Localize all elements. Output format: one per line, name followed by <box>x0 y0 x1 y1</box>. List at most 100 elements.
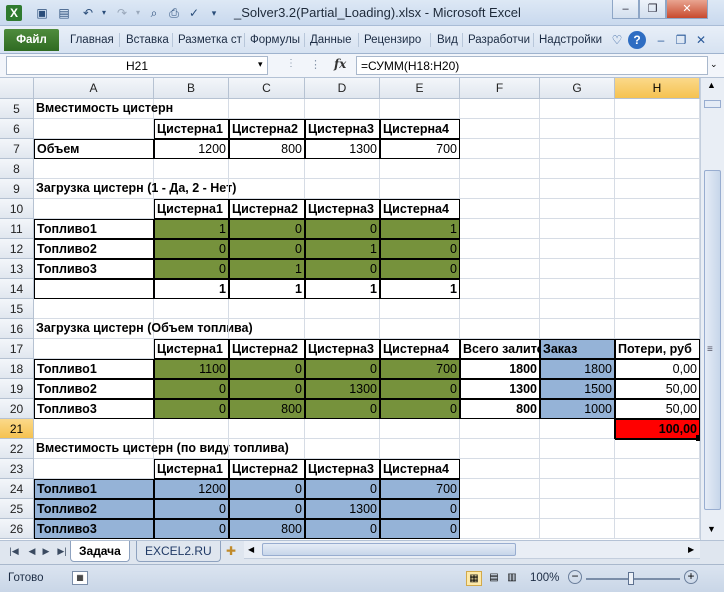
undo-dropdown-icon[interactable]: ▾ <box>96 5 112 21</box>
cell-a9[interactable]: Загрузка цистерн (1 - Да, 2 - Нет) <box>34 179 236 199</box>
cell-d10[interactable]: Цистерна3 <box>305 199 380 219</box>
sheet-tab-zadacha[interactable]: Задача <box>70 541 130 562</box>
redo-icon[interactable]: ↷ <box>114 5 130 21</box>
cell-b15[interactable] <box>154 299 229 319</box>
cell-h9[interactable] <box>615 179 700 199</box>
cell-f8[interactable] <box>460 159 540 179</box>
column-header-h[interactable]: H <box>615 78 700 99</box>
cell-e11[interactable]: 1 <box>380 219 460 239</box>
cell-b13[interactable]: 0 <box>154 259 229 279</box>
cell-c14[interactable]: 1 <box>229 279 305 299</box>
cell-b9[interactable] <box>154 179 229 199</box>
row-header-10[interactable]: 10 <box>0 199 34 219</box>
cell-f11[interactable] <box>460 219 540 239</box>
name-box-dropdown-icon[interactable]: ▾ <box>258 59 263 70</box>
tab-file[interactable]: Файл <box>4 29 59 51</box>
cell-h11[interactable] <box>615 219 700 239</box>
formula-expand-icon[interactable]: ⌄ <box>710 59 718 70</box>
cell-a20[interactable]: Топливо3 <box>34 399 154 419</box>
cell-e20[interactable]: 0 <box>380 399 460 419</box>
cell-d23[interactable]: Цистерна3 <box>305 459 380 479</box>
column-header-f[interactable]: F <box>460 78 540 99</box>
cell-e6[interactable]: Цистерна4 <box>380 119 460 139</box>
cell-h14[interactable] <box>615 279 700 299</box>
row-header-8[interactable]: 8 <box>0 159 34 179</box>
cell-d17[interactable]: Цистерна3 <box>305 339 380 359</box>
cell-f5[interactable] <box>460 99 540 119</box>
cell-d22[interactable] <box>305 439 380 459</box>
cell-f18[interactable]: 1800 <box>460 359 540 379</box>
cell-h17[interactable]: Потери, руб <box>615 339 700 359</box>
cell-b5[interactable] <box>154 99 229 119</box>
cell-d11[interactable]: 0 <box>305 219 380 239</box>
cell-f19[interactable]: 1300 <box>460 379 540 399</box>
cell-g11[interactable] <box>540 219 615 239</box>
page-break-view-icon[interactable]: ▥ <box>504 571 520 586</box>
cell-a22[interactable]: Вместимость цистерн (по виду топлива) <box>34 439 289 459</box>
cell-c21[interactable] <box>229 419 305 439</box>
cell-g19[interactable]: 1500 <box>540 379 615 399</box>
cell-e24[interactable]: 700 <box>380 479 460 499</box>
first-sheet-icon[interactable]: |◀ <box>8 546 20 557</box>
cell-b6[interactable]: Цистерна1 <box>154 119 229 139</box>
row-header-18[interactable]: 18 <box>0 359 34 379</box>
cell-c11[interactable]: 0 <box>229 219 305 239</box>
cell-b18[interactable]: 1100 <box>154 359 229 379</box>
cell-e18[interactable]: 700 <box>380 359 460 379</box>
cell-g26[interactable] <box>540 519 615 539</box>
cell-h16[interactable] <box>615 319 700 339</box>
cell-b8[interactable] <box>154 159 229 179</box>
cell-g7[interactable] <box>540 139 615 159</box>
cell-h24[interactable] <box>615 479 700 499</box>
row-header-7[interactable]: 7 <box>0 139 34 159</box>
cell-g21[interactable] <box>540 419 615 439</box>
cell-c24[interactable]: 0 <box>229 479 305 499</box>
cell-e17[interactable]: Цистерна4 <box>380 339 460 359</box>
row-header-15[interactable]: 15 <box>0 299 34 319</box>
vertical-scrollbar[interactable]: ▲ ≡ ▼ <box>700 78 724 540</box>
zoom-slider-thumb[interactable] <box>628 572 634 585</box>
cell-f26[interactable] <box>460 519 540 539</box>
cell-h8[interactable] <box>615 159 700 179</box>
row-header-25[interactable]: 25 <box>0 499 34 519</box>
cell-f21[interactable] <box>460 419 540 439</box>
cell-b26[interactable]: 0 <box>154 519 229 539</box>
column-header-d[interactable]: D <box>305 78 380 99</box>
scroll-up-icon[interactable]: ▲ <box>707 80 716 90</box>
horizontal-scroll-thumb[interactable] <box>262 543 516 556</box>
cell-a17[interactable] <box>34 339 154 359</box>
formula-input[interactable]: =СУММ(H18:H20) <box>356 56 708 75</box>
cell-c26[interactable]: 800 <box>229 519 305 539</box>
cell-b14[interactable]: 1 <box>154 279 229 299</box>
sheet-tab-excel2ru[interactable]: EXCEL2.RU <box>136 541 221 562</box>
cell-a18[interactable]: Топливо1 <box>34 359 154 379</box>
cell-h6[interactable] <box>615 119 700 139</box>
cell-f16[interactable] <box>460 319 540 339</box>
cell-g23[interactable] <box>540 459 615 479</box>
insert-function-button[interactable]: fx <box>334 57 352 71</box>
cell-h13[interactable] <box>615 259 700 279</box>
ribbon-close-icon[interactable]: ✕ <box>692 31 710 49</box>
cell-d5[interactable] <box>305 99 380 119</box>
cell-e13[interactable]: 0 <box>380 259 460 279</box>
cell-g8[interactable] <box>540 159 615 179</box>
cell-f24[interactable] <box>460 479 540 499</box>
cell-g6[interactable] <box>540 119 615 139</box>
cell-f23[interactable] <box>460 459 540 479</box>
undo-icon[interactable]: ↶ <box>80 5 96 21</box>
save-icon[interactable]: ▣ <box>34 5 50 21</box>
tab-addins[interactable]: Надстройки <box>539 31 602 49</box>
cell-d12[interactable]: 1 <box>305 239 380 259</box>
cell-d14[interactable]: 1 <box>305 279 380 299</box>
cell-e5[interactable] <box>380 99 460 119</box>
cell-c25[interactable]: 0 <box>229 499 305 519</box>
cell-f6[interactable] <box>460 119 540 139</box>
zoom-level[interactable]: 100% <box>530 572 559 584</box>
cell-b11[interactable]: 1 <box>154 219 229 239</box>
cell-c15[interactable] <box>229 299 305 319</box>
cell-b25[interactable]: 0 <box>154 499 229 519</box>
tab-home[interactable]: Главная <box>70 31 114 49</box>
cell-a15[interactable] <box>34 299 154 319</box>
cell-b24[interactable]: 1200 <box>154 479 229 499</box>
cell-a5[interactable]: Вместимость цистерн <box>34 99 173 119</box>
